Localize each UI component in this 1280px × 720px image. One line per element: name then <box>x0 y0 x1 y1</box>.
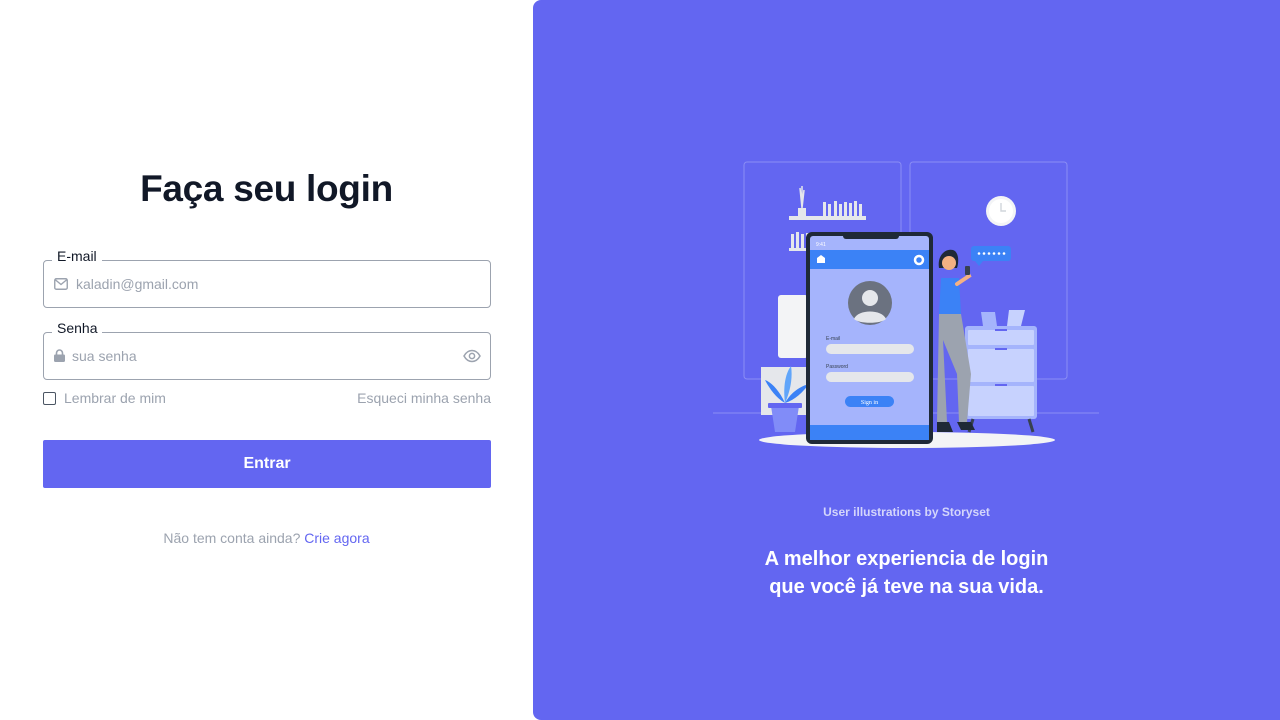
signup-row: Não tem conta ainda? Crie agora <box>0 529 533 547</box>
monitor <box>778 295 808 358</box>
phone-email-label: E-mail <box>826 336 840 342</box>
hero-panel: 9:41 E-mail Password Sign in User illust… <box>533 0 1280 720</box>
plant-pot <box>771 406 799 432</box>
eye-icon[interactable] <box>463 347 481 365</box>
password-input[interactable] <box>72 333 457 379</box>
phone-status-time: 9:41 <box>816 242 826 248</box>
password-field[interactable]: Senha <box>43 319 491 380</box>
lock-icon <box>54 349 65 362</box>
shelf-top <box>789 216 866 220</box>
tagline-line-1: A melhor experiencia de login <box>764 548 1049 570</box>
phone-password-label: Password <box>826 364 848 370</box>
phone-email-input <box>826 344 914 354</box>
signup-link[interactable]: Crie agora <box>304 530 369 546</box>
illustration-credit: User illustrations by Storyset <box>823 505 990 519</box>
hero-tagline: A melhor experiencia de login que você j… <box>533 545 1280 601</box>
remember-label[interactable]: Lembrar de mim <box>64 389 166 407</box>
remember-checkbox[interactable] <box>43 392 56 405</box>
email-field[interactable]: E-mail <box>43 247 491 308</box>
phone-password-input <box>826 372 914 382</box>
email-input[interactable] <box>76 261 481 307</box>
login-panel: Faça seu login E-mail Senha <box>0 0 533 720</box>
forgot-password-link[interactable]: Esqueci minha senha <box>357 389 491 407</box>
phone-header <box>810 250 929 269</box>
phone-signin-label: Sign in <box>861 400 878 406</box>
tagline-line-2: que você já teve na sua vida. <box>769 576 1044 598</box>
mail-icon <box>54 278 68 290</box>
page-title: Faça seu login <box>140 168 393 209</box>
remember-row: Lembrar de mim Esqueci minha senha <box>43 389 491 407</box>
signup-prompt: Não tem conta ainda? <box>163 530 301 546</box>
login-illustration: 9:41 E-mail Password Sign in <box>713 161 1099 448</box>
submit-button[interactable]: Entrar <box>43 440 491 488</box>
